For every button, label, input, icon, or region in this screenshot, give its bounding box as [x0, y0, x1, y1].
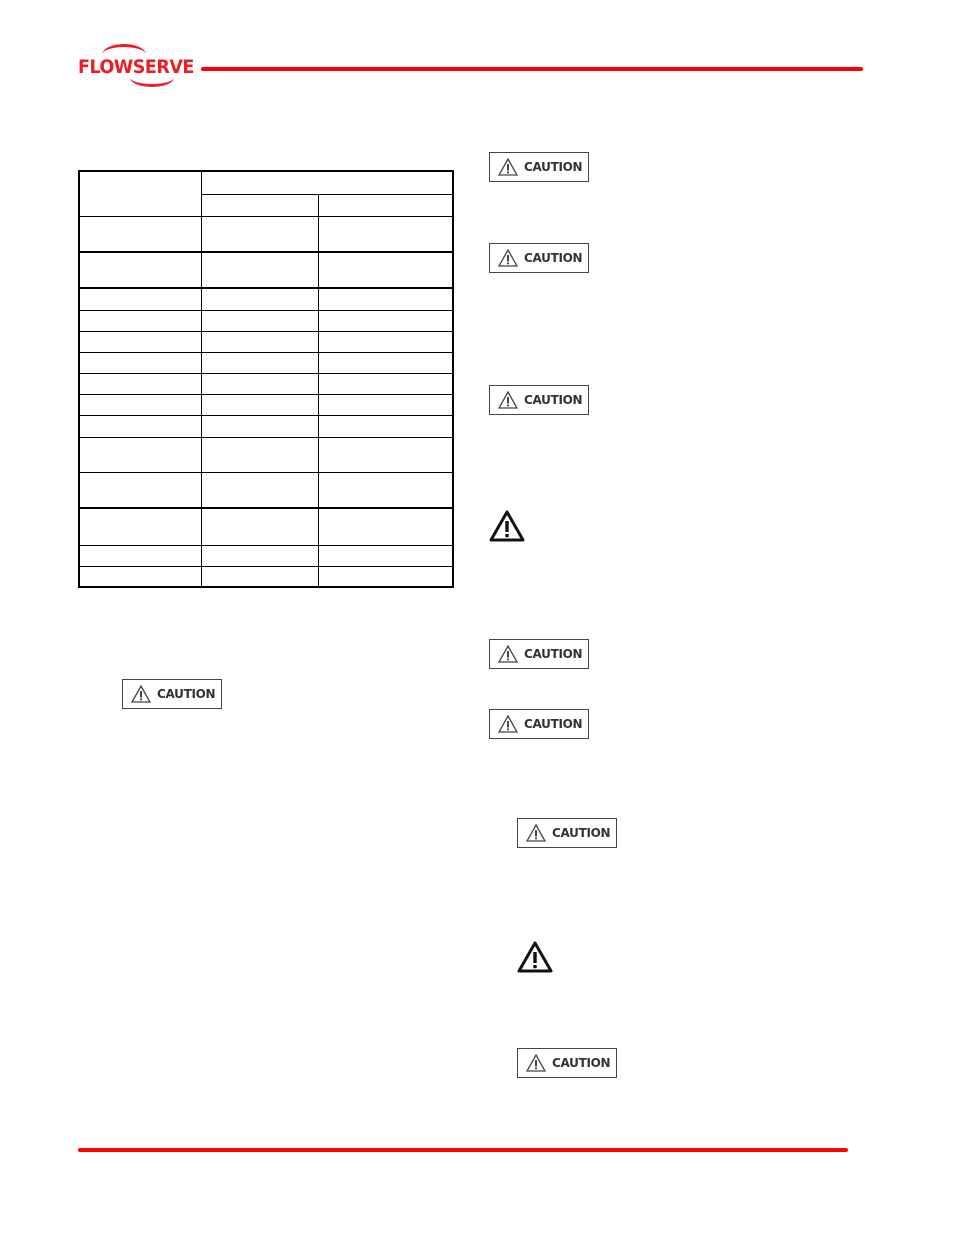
table-row	[78, 414, 454, 438]
table-row	[78, 251, 454, 289]
table-cell	[78, 351, 202, 374]
caution-text: CAUTION	[524, 160, 583, 174]
table-cell	[200, 193, 319, 217]
table-cell	[78, 507, 202, 546]
table-cell	[200, 471, 319, 509]
table-cell	[200, 436, 319, 473]
table-cell	[78, 287, 202, 311]
table-row	[78, 372, 454, 395]
table-row	[78, 436, 454, 473]
table-cell	[317, 565, 454, 588]
table-cell	[78, 565, 202, 588]
table-cell	[78, 170, 202, 217]
caution-text: CAUTION	[524, 717, 583, 731]
caution-label: CAUTION	[489, 243, 589, 273]
table-cell	[78, 393, 202, 416]
warning-triangle-icon	[498, 715, 518, 733]
warning-triangle-icon	[498, 391, 518, 409]
warning-triangle-icon	[526, 824, 546, 842]
caution-text: CAUTION	[524, 393, 583, 407]
table-cell	[317, 544, 454, 567]
table-cell	[317, 251, 454, 289]
flowserve-logo: FLOWSERVE	[78, 42, 200, 88]
table-cell	[78, 414, 202, 438]
table-cell	[200, 372, 319, 395]
table-cell	[78, 471, 202, 509]
table-row	[78, 351, 454, 374]
table-cell	[317, 193, 454, 217]
table-cell	[200, 351, 319, 374]
caution-text: CAUTION	[552, 826, 611, 840]
table-cell	[200, 170, 454, 195]
caution-text: CAUTION	[552, 1056, 611, 1070]
table-cell	[200, 544, 319, 567]
table-row	[78, 471, 454, 509]
caution-label: CAUTION	[489, 385, 589, 415]
caution-label: CAUTION	[489, 639, 589, 669]
table-cell	[317, 414, 454, 438]
warning-triangle-icon	[517, 941, 553, 973]
table-cell	[317, 372, 454, 395]
footer-rule	[78, 1148, 848, 1152]
table-cell	[200, 251, 319, 289]
caution-label: CAUTION	[122, 679, 222, 709]
warning-triangle-icon	[498, 158, 518, 176]
table-cell	[78, 309, 202, 332]
caution-label: CAUTION	[489, 709, 589, 739]
table-cell	[200, 330, 319, 353]
table-cell	[78, 215, 202, 253]
logo-swoosh-bottom	[130, 68, 174, 87]
table-cell	[200, 414, 319, 438]
table-row	[78, 330, 454, 353]
table-cell	[317, 287, 454, 311]
table-cell	[317, 351, 454, 374]
table-row	[78, 309, 454, 332]
table-cell	[78, 544, 202, 567]
table-cell	[200, 507, 319, 546]
table-cell	[317, 436, 454, 473]
table-cell	[317, 507, 454, 546]
caution-label: CAUTION	[517, 818, 617, 848]
table-cell	[317, 393, 454, 416]
table-row	[78, 565, 454, 588]
table-cell	[200, 565, 319, 588]
table-cell	[200, 287, 319, 311]
table-row	[78, 215, 454, 253]
warning-triangle-icon	[489, 510, 525, 542]
table-cell	[317, 330, 454, 353]
table-header-row	[78, 170, 454, 217]
caution-label: CAUTION	[489, 152, 589, 182]
table-cell	[78, 251, 202, 289]
table-cell	[200, 309, 319, 332]
table-cell	[200, 215, 319, 253]
warning-triangle-icon	[526, 1054, 546, 1072]
table-row	[78, 507, 454, 546]
table-row	[78, 393, 454, 416]
table-cell	[317, 471, 454, 509]
table-row	[78, 287, 454, 311]
warning-triangle-icon	[498, 645, 518, 663]
table-cell	[317, 309, 454, 332]
caution-label: CAUTION	[517, 1048, 617, 1078]
table-row	[78, 544, 454, 567]
caution-text: CAUTION	[524, 251, 583, 265]
caution-text: CAUTION	[157, 687, 216, 701]
table-cell	[78, 372, 202, 395]
header-rule	[201, 67, 863, 71]
warning-triangle-icon	[131, 685, 151, 703]
table-cell	[200, 393, 319, 416]
caution-text: CAUTION	[524, 647, 583, 661]
spec-table	[78, 170, 454, 588]
warning-triangle-icon	[498, 249, 518, 267]
table-cell	[78, 330, 202, 353]
table-cell	[78, 436, 202, 473]
table-cell	[317, 215, 454, 253]
